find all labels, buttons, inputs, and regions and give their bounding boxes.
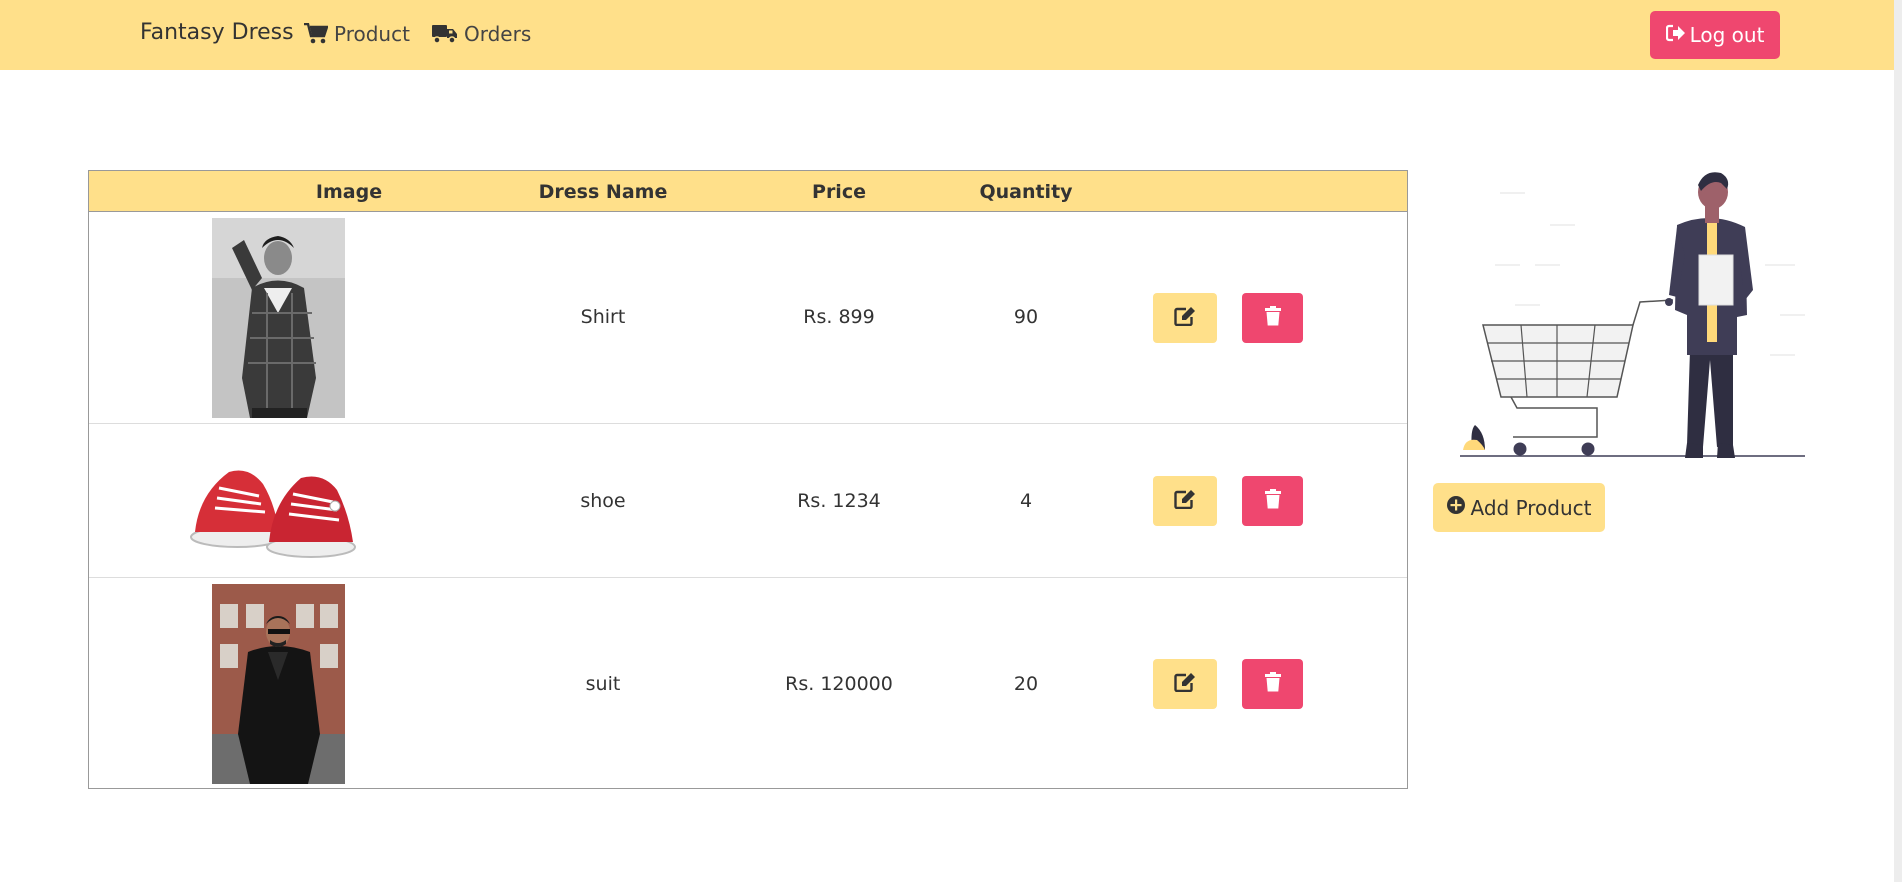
cell-quantity: 20 [1013, 673, 1039, 695]
table-row: suit Rs. 120000 20 [89, 578, 1407, 788]
header-quantity: Quantity [979, 181, 1073, 203]
logout-button[interactable]: Log out [1650, 11, 1780, 59]
nav-orders-link[interactable]: Orders [432, 22, 531, 46]
table-row: Shirt Rs. 899 90 [89, 212, 1407, 424]
cell-price: Rs. 899 [803, 306, 875, 328]
edit-button[interactable] [1153, 476, 1217, 526]
edit-icon [1174, 672, 1196, 696]
table-header: Image Dress Name Price Quantity [89, 171, 1407, 212]
cell-price: Rs. 120000 [785, 673, 893, 695]
product-image-shoe [189, 444, 359, 562]
product-image-shirt [212, 218, 345, 418]
shopping-cart-person-illustration [1455, 165, 1810, 465]
brand-name[interactable]: Fantasy Dress [140, 20, 294, 45]
table-row: shoe Rs. 1234 4 [89, 424, 1407, 578]
cell-quantity: 90 [1013, 306, 1039, 328]
header-image: Image [315, 181, 383, 203]
plus-circle-icon [1446, 495, 1466, 520]
edit-icon [1174, 306, 1196, 330]
edit-icon [1174, 489, 1196, 513]
cell-name: Shirt [580, 306, 626, 328]
edit-button[interactable] [1153, 659, 1217, 709]
delete-button[interactable] [1242, 476, 1303, 526]
cell-quantity: 4 [1019, 490, 1033, 512]
sign-out-icon [1665, 23, 1686, 47]
add-product-button[interactable]: Add Product [1433, 483, 1605, 532]
delete-button[interactable] [1242, 659, 1303, 709]
products-table: Image Dress Name Price Quantity Shirt Rs… [88, 170, 1408, 789]
edit-button[interactable] [1153, 293, 1217, 343]
navbar: Fantasy Dress Product Orders Log out [0, 0, 1902, 70]
header-dress-name: Dress Name [538, 181, 668, 203]
truck-icon [432, 24, 458, 44]
add-product-label: Add Product [1470, 495, 1592, 520]
header-price: Price [812, 181, 866, 203]
trash-icon [1264, 306, 1281, 330]
cart-icon [304, 23, 328, 45]
product-image-suit [212, 584, 345, 784]
cell-name: suit [585, 673, 621, 695]
nav-product-label: Product [334, 22, 410, 46]
trash-icon [1264, 672, 1281, 696]
delete-button[interactable] [1242, 293, 1303, 343]
trash-icon [1264, 489, 1281, 513]
nav-orders-label: Orders [464, 22, 532, 46]
nav-product-link[interactable]: Product [304, 22, 410, 46]
cell-name: shoe [580, 490, 626, 512]
page-scrollbar[interactable] [1894, 0, 1902, 882]
logout-label: Log out [1689, 23, 1765, 47]
cell-price: Rs. 1234 [797, 490, 881, 512]
